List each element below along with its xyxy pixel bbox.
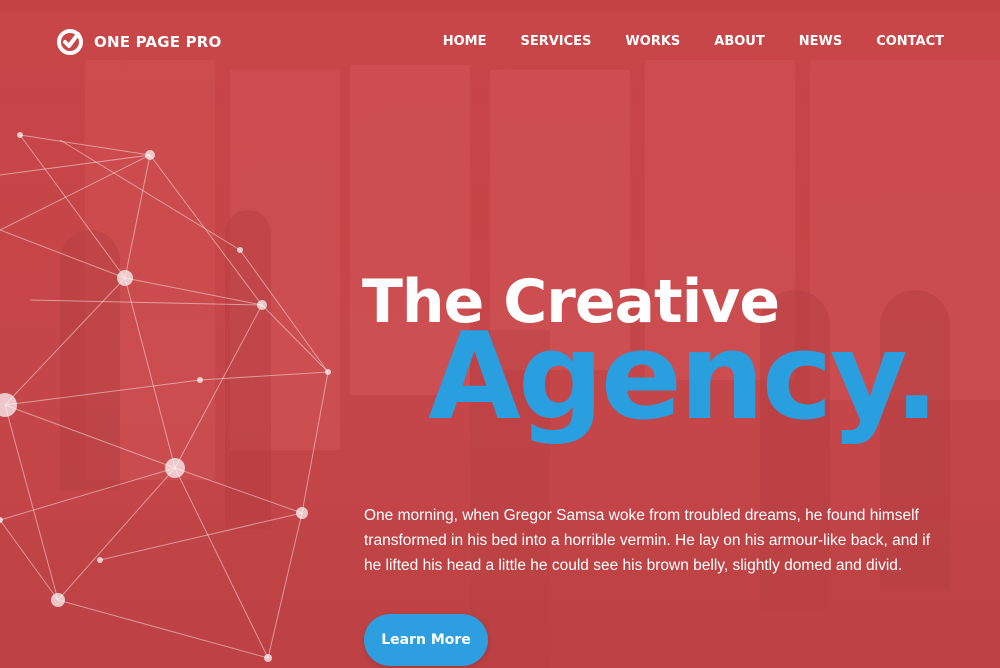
top-navbar: ONE PAGE PRO HOME SERVICES WORKS ABOUT N… (0, 0, 1000, 84)
hero-title-line2: Agency. (428, 308, 940, 447)
nav-item-about[interactable]: ABOUT (714, 34, 764, 49)
nav-item-works[interactable]: WORKS (625, 34, 680, 49)
nav-item-services[interactable]: SERVICES (520, 34, 591, 49)
nav-item-contact[interactable]: CONTACT (876, 34, 944, 49)
nav-item-home[interactable]: HOME (443, 34, 487, 49)
circle-check-logo-icon (57, 29, 83, 55)
network-lines-decoration (0, 132, 331, 662)
brand-name: ONE PAGE PRO (94, 33, 222, 51)
brand-logo[interactable]: ONE PAGE PRO (56, 28, 221, 56)
hero-description: One morning, when Gregor Samsa woke from… (364, 507, 931, 574)
learn-more-button[interactable]: Learn More (364, 614, 488, 666)
nav-item-news[interactable]: NEWS (799, 34, 842, 49)
hero-section: ONE PAGE PRO HOME SERVICES WORKS ABOUT N… (0, 0, 1000, 668)
main-nav: HOME SERVICES WORKS ABOUT NEWS CONTACT (443, 34, 944, 49)
